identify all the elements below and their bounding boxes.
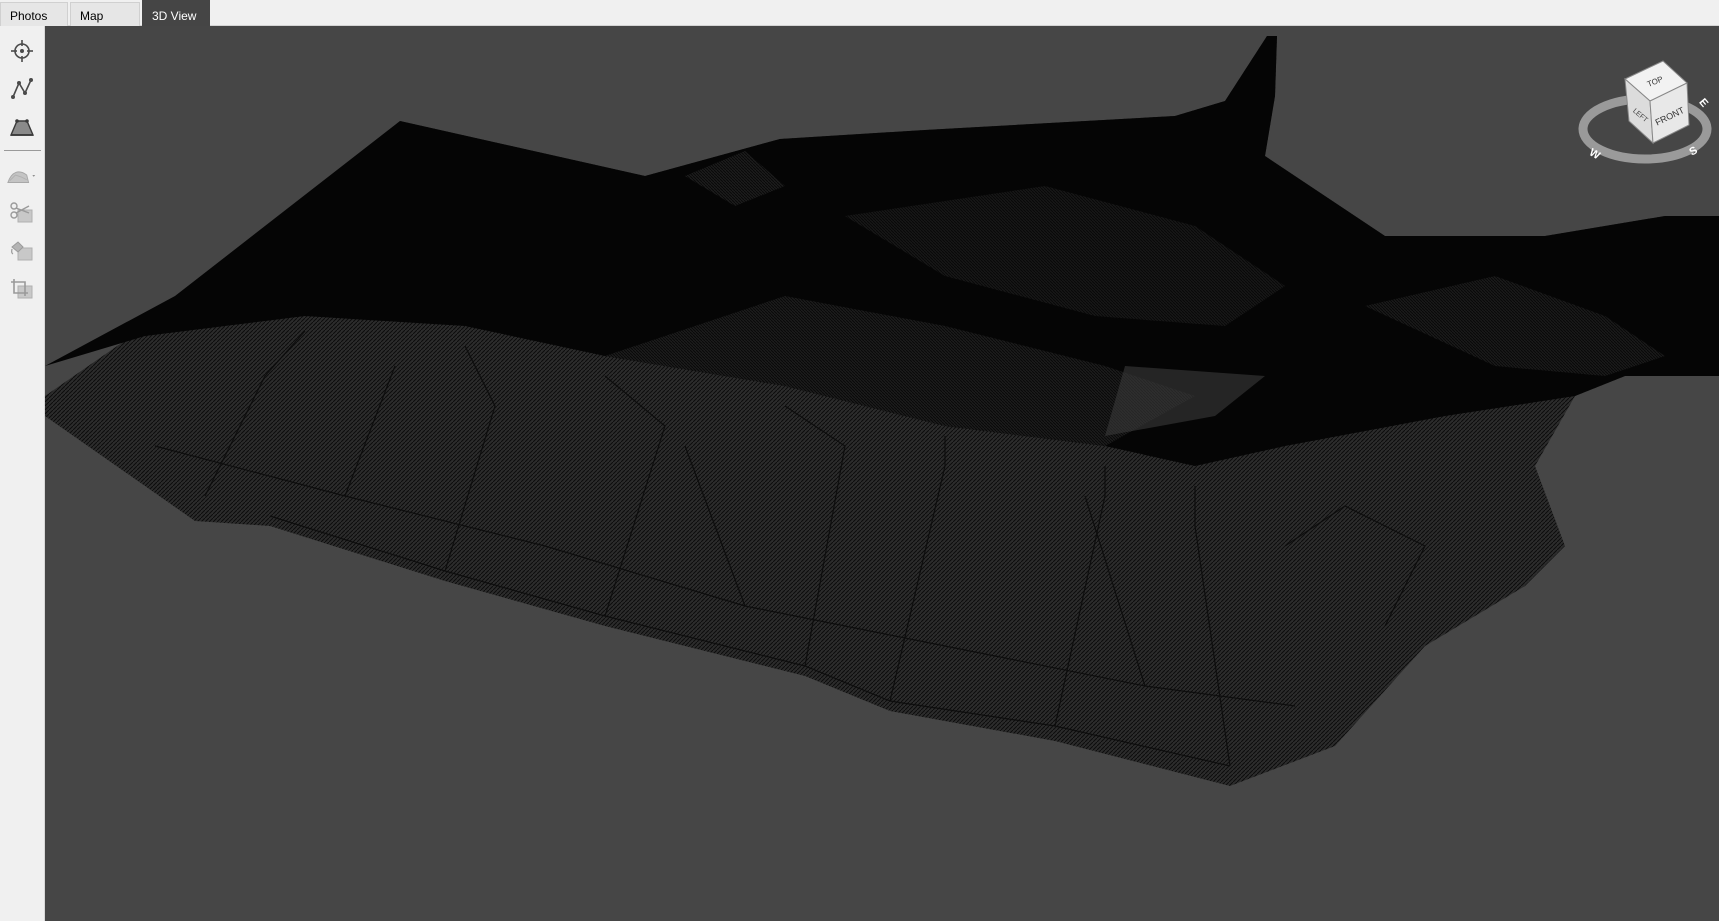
polyline-icon — [11, 78, 33, 99]
cut-mesh-icon — [10, 202, 33, 223]
surface-dropdown-button[interactable] — [6, 160, 38, 190]
fill-mesh-icon — [11, 241, 33, 261]
volume-icon — [9, 119, 35, 136]
view-tab-bar: Photos Map 3D View — [0, 0, 1719, 26]
polyline-tool-button[interactable] — [6, 74, 38, 104]
cut-mesh-button[interactable] — [6, 198, 38, 228]
crosshair-tool-button[interactable] — [6, 36, 38, 66]
tab-3d-view[interactable]: 3D View — [142, 0, 210, 26]
3d-viewport[interactable]: TOP FRONT LEFT E S W — [45, 26, 1719, 921]
crop-mesh-icon — [11, 279, 33, 299]
left-toolbar — [0, 26, 45, 921]
surface-dropdown-icon — [7, 171, 36, 183]
crop-mesh-button[interactable] — [6, 274, 38, 304]
tab-map[interactable]: Map — [70, 2, 140, 26]
toolbar-separator — [4, 150, 41, 151]
navigation-cube[interactable]: TOP FRONT LEFT E S W — [1575, 41, 1715, 181]
fill-mesh-button[interactable] — [6, 236, 38, 266]
volume-tool-button[interactable] — [6, 112, 38, 142]
terrain-mesh — [45, 36, 1719, 786]
compass-e-label: E — [1696, 96, 1710, 109]
crosshair-icon — [11, 40, 33, 62]
tab-photos[interactable]: Photos — [0, 2, 68, 26]
